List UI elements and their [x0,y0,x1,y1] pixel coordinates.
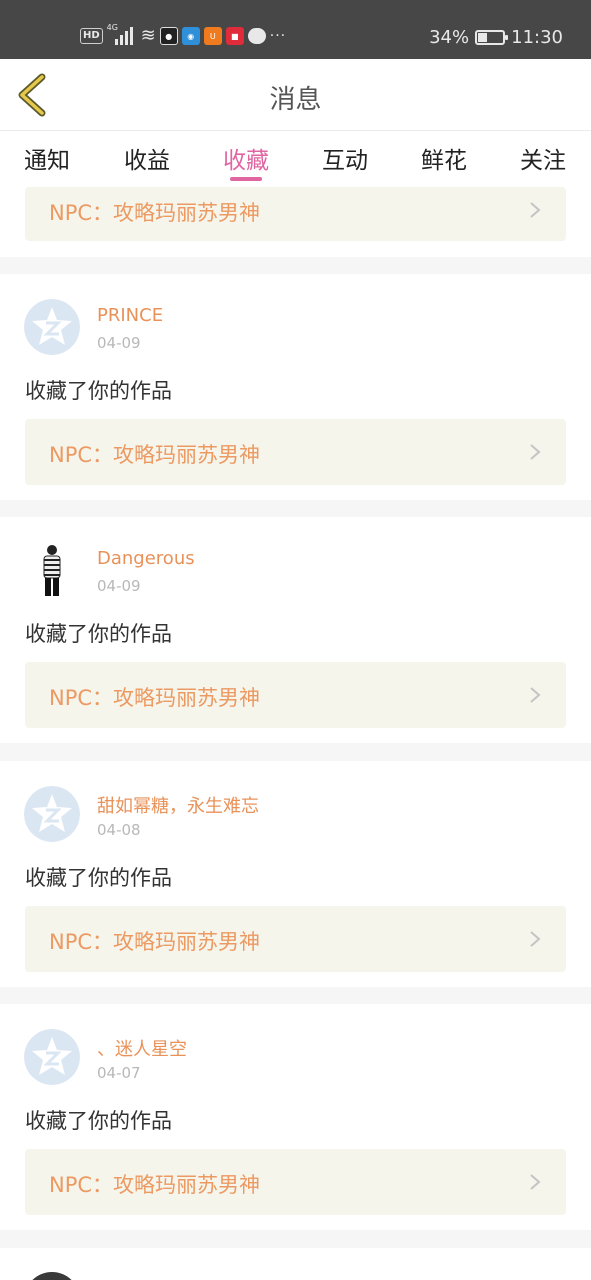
tab-notifications[interactable]: 通知 [24,141,70,175]
list-item [0,1248,591,1280]
chevron-right-icon [530,931,541,947]
app-icon-paw: ● [159,27,178,45]
tab-bar: 通知 收益 收藏 互动 鲜花 关注 [0,131,591,187]
user-name[interactable]: 甜如幂糖，永生难忘 [97,792,259,818]
more-dots-icon: ··· [269,28,287,44]
list-item: PRINCE 04-09 收藏了你的作品 NPC：攻略玛丽苏男神 [0,274,591,500]
tab-flowers[interactable]: 鲜花 [421,141,467,175]
avatar[interactable] [24,1272,80,1280]
action-text: 收藏了你的作品 [25,622,172,646]
avatar[interactable] [24,299,80,355]
work-title: NPC：攻略玛丽苏男神 [49,1173,261,1197]
chevron-right-icon [530,687,541,703]
clock: 11:30 [511,26,563,48]
signal-icon: 4G [106,23,137,47]
app-icon-uc: U [203,27,222,45]
avatar[interactable] [24,786,80,842]
page-title: 消息 [269,85,322,115]
app-icon-red: ■ [225,27,244,45]
hd-icon: HD [80,28,103,44]
status-bar: HD 4G ≋ ● ◉ U ■ ··· 34% 11:30 [0,0,591,59]
work-title: NPC：攻略玛丽苏男神 [49,686,261,710]
date: 04-09 [97,577,141,595]
status-bar-left: HD 4G ≋ ● ◉ U ■ ··· [80,23,287,48]
list-item: NPC：攻略玛丽苏男神 [0,187,591,257]
action-text: 收藏了你的作品 [25,1109,172,1133]
list-item: 、迷人星空 04-07 收藏了你的作品 NPC：攻略玛丽苏男神 [0,1004,591,1230]
default-star-avatar-icon [24,299,80,355]
user-name[interactable]: Dangerous [97,548,195,569]
date: 04-09 [97,334,141,352]
active-tab-indicator [230,177,262,181]
action-text: 收藏了你的作品 [25,866,172,890]
app-icon-blue: ◉ [181,27,200,45]
work-title: NPC：攻略玛丽苏男神 [49,443,261,467]
battery-icon [475,29,509,45]
user-name[interactable]: PRINCE [97,305,163,326]
avatar[interactable] [24,542,80,598]
wifi-icon: ≋ [140,25,156,46]
tab-favorites[interactable]: 收藏 [223,141,269,175]
tab-following[interactable]: 关注 [520,141,566,175]
date: 04-08 [97,821,141,839]
photo-avatar-icon [24,542,80,598]
favorites-feed[interactable]: NPC：攻略玛丽苏男神 PRINCE 04-09 收藏了你的作品 NPC：攻略玛… [0,187,591,1280]
user-name[interactable]: 、迷人星空 [97,1035,187,1061]
avatar[interactable] [24,1029,80,1085]
chevron-right-icon [530,444,541,460]
work-title: NPC：攻略玛丽苏男神 [49,201,261,225]
app-header: 消息 [0,59,591,131]
tab-interactions[interactable]: 互动 [322,141,368,175]
list-item: Dangerous 04-09 收藏了你的作品 NPC：攻略玛丽苏男神 [0,517,591,743]
work-link[interactable]: NPC：攻略玛丽苏男神 [25,662,566,728]
network-type: 4G [106,23,118,32]
date: 04-07 [97,1064,141,1082]
chevron-right-icon [530,1174,541,1190]
default-star-avatar-icon [24,1029,80,1085]
action-text: 收藏了你的作品 [25,379,172,403]
battery-percent: 34% [429,26,470,48]
list-item: 甜如幂糖，永生难忘 04-08 收藏了你的作品 NPC：攻略玛丽苏男神 [0,761,591,987]
work-link[interactable]: NPC：攻略玛丽苏男神 [25,419,566,485]
chat-icon [247,28,266,44]
work-link[interactable]: NPC：攻略玛丽苏男神 [25,187,566,241]
work-link[interactable]: NPC：攻略玛丽苏男神 [25,1149,566,1215]
chevron-right-icon [530,202,541,218]
status-bar-right: 34% 11:30 [429,24,563,50]
default-star-avatar-icon [24,786,80,842]
work-link[interactable]: NPC：攻略玛丽苏男神 [25,906,566,972]
work-title: NPC：攻略玛丽苏男神 [49,930,261,954]
tab-earnings[interactable]: 收益 [124,141,170,175]
